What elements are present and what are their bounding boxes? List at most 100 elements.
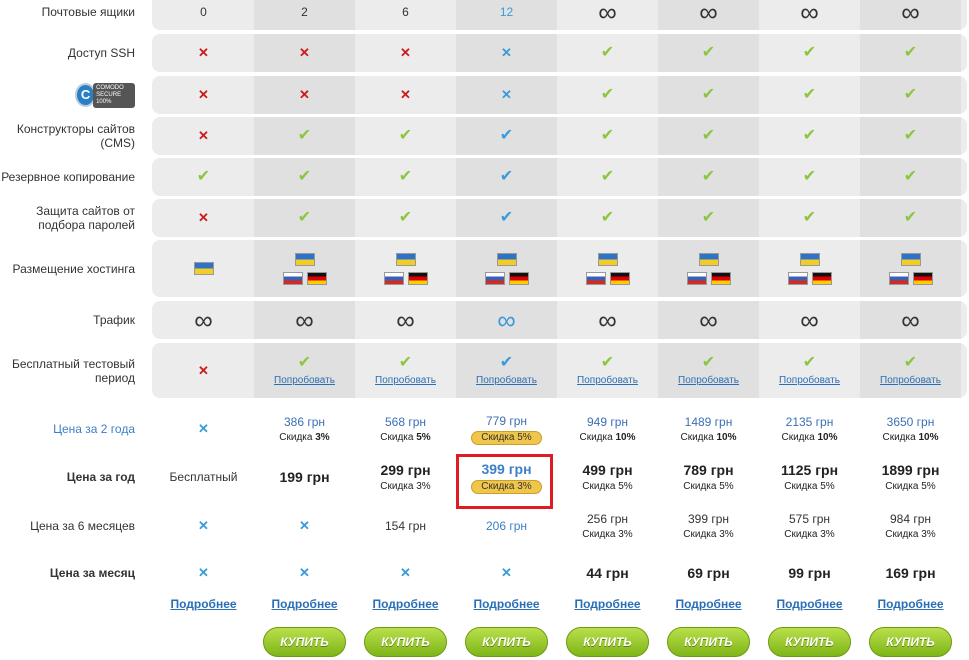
russia-flag-icon xyxy=(383,272,404,286)
mailbox-count: 12 xyxy=(499,5,514,19)
ukraine-flag-icon xyxy=(597,253,618,266)
cross-icon: ✕ xyxy=(501,565,512,580)
try-link[interactable]: Попробовать xyxy=(779,375,840,386)
check-icon: ✔ xyxy=(297,127,312,144)
check-icon: ✔ xyxy=(499,209,514,226)
cross-icon: ✕ xyxy=(198,362,209,378)
russia-flag-icon xyxy=(888,272,909,286)
row-price-month: Цена за месяц ✕ ✕ ✕ ✕ 44 грн 69 грн 99 г… xyxy=(0,560,969,586)
price-value: 386 грн xyxy=(283,415,326,429)
cross-icon: ✕ xyxy=(198,87,209,102)
row-label: Трафик xyxy=(93,313,135,327)
germany-flag-icon xyxy=(306,272,327,286)
check-icon: ✔ xyxy=(600,44,615,61)
check-icon: ✔ xyxy=(903,209,918,226)
row-label: Цена за месяц xyxy=(49,566,135,580)
price-value: 154 грн xyxy=(384,519,427,533)
price-value: 789 грн xyxy=(683,462,734,478)
price-value: 69 грн xyxy=(687,565,730,581)
more-link[interactable]: Подробнее xyxy=(170,597,236,611)
check-icon: ✔ xyxy=(701,168,716,185)
cross-icon: ✕ xyxy=(198,518,209,533)
cross-icon: ✕ xyxy=(198,210,209,225)
try-link[interactable]: Попробовать xyxy=(476,375,537,386)
ukraine-flag-icon xyxy=(395,253,416,266)
discount-text: Скидка 3% xyxy=(380,481,431,492)
try-link[interactable]: Попробовать xyxy=(375,375,436,386)
row-label: Защита сайтов от подбора паролей xyxy=(36,204,135,232)
check-icon: ✔ xyxy=(701,209,716,226)
infinity-icon: ∞ xyxy=(800,0,819,27)
cross-icon: ✕ xyxy=(299,87,310,102)
mailbox-count: 0 xyxy=(200,5,207,19)
mailbox-count: 2 xyxy=(301,5,308,19)
check-icon: ✔ xyxy=(903,168,918,185)
try-link[interactable]: Попробовать xyxy=(678,375,739,386)
buy-button[interactable]: КУПИТЬ xyxy=(566,627,649,657)
buy-button[interactable]: КУПИТЬ xyxy=(465,627,548,657)
row-label: Цена за год xyxy=(66,470,135,484)
infinity-icon: ∞ xyxy=(396,305,415,335)
buy-button[interactable]: КУПИТЬ xyxy=(768,627,851,657)
price-value: 44 грн xyxy=(586,565,629,581)
germany-flag-icon xyxy=(609,272,630,286)
try-link[interactable]: Попробовать xyxy=(274,375,335,386)
discount-text: Скидка 3% xyxy=(582,529,633,540)
cross-icon: ✕ xyxy=(198,45,209,60)
check-icon: ✔ xyxy=(903,127,918,144)
check-icon: ✔ xyxy=(297,168,312,185)
hosting-comparison-table: Почтовые ящики 0 2 6 12 ∞ ∞ ∞ ∞ Доступ S… xyxy=(0,0,969,660)
cross-icon: ✕ xyxy=(400,565,411,580)
discount-text: Скидка 3% xyxy=(683,529,734,540)
more-link[interactable]: Подробнее xyxy=(574,597,640,611)
check-icon: ✔ xyxy=(297,354,312,371)
price-value: 199 грн xyxy=(279,469,330,485)
check-icon: ✔ xyxy=(903,354,918,371)
price-value: 568 грн xyxy=(384,415,427,429)
try-link[interactable]: Попробовать xyxy=(577,375,638,386)
row-hosting-location: Размещение хостинга xyxy=(0,240,969,297)
row-label: Бесплатный тестовый период xyxy=(11,356,135,385)
cross-icon: ✕ xyxy=(198,421,209,436)
check-icon: ✔ xyxy=(398,127,413,144)
russia-flag-icon xyxy=(686,272,707,286)
germany-flag-icon xyxy=(912,272,933,286)
more-link[interactable]: Подробнее xyxy=(776,597,842,611)
buy-button[interactable]: КУПИТЬ xyxy=(667,627,750,657)
infinity-icon: ∞ xyxy=(901,305,920,335)
price-value: 399 грн xyxy=(687,512,730,526)
mailbox-count: 6 xyxy=(402,5,409,19)
discount-badge: Скидка 5% xyxy=(471,430,542,445)
row-label: Резервное копирование xyxy=(1,170,135,184)
more-link[interactable]: Подробнее xyxy=(271,597,337,611)
cross-icon: ✕ xyxy=(299,518,310,533)
row-price-6-months: Цена за 6 месяцев ✕ ✕ 154 грн 206 грн 25… xyxy=(0,506,969,546)
check-icon: ✔ xyxy=(600,209,615,226)
row-backup: Резервное копирование ✔ ✔ ✔ ✔ ✔ ✔ ✔ ✔ xyxy=(0,158,969,196)
more-link[interactable]: Подробнее xyxy=(675,597,741,611)
row-ssh: Доступ SSH ✕ ✕ ✕ ✕ ✔ ✔ ✔ ✔ xyxy=(0,34,969,72)
row-label: Цена за 6 месяцев xyxy=(30,519,135,533)
cross-icon: ✕ xyxy=(400,45,411,60)
germany-flag-icon xyxy=(811,272,832,286)
check-icon: ✔ xyxy=(802,44,817,61)
buy-button[interactable]: КУПИТЬ xyxy=(364,627,447,657)
more-link[interactable]: Подробнее xyxy=(473,597,539,611)
check-icon: ✔ xyxy=(903,44,918,61)
more-link[interactable]: Подробнее xyxy=(372,597,438,611)
buy-button[interactable]: КУПИТЬ xyxy=(263,627,346,657)
buy-button[interactable]: КУПИТЬ xyxy=(869,627,952,657)
try-link[interactable]: Попробовать xyxy=(880,375,941,386)
germany-flag-icon xyxy=(508,272,529,286)
price-value: 1489 грн xyxy=(684,415,733,429)
check-icon: ✔ xyxy=(600,354,615,371)
more-link[interactable]: Подробнее xyxy=(877,597,943,611)
germany-flag-icon xyxy=(407,272,428,286)
check-icon: ✔ xyxy=(600,86,615,103)
row-label: Конструкторы сайтов (CMS) xyxy=(16,122,135,150)
price-value: 499 грн xyxy=(582,462,633,478)
selected-plan-highlight xyxy=(456,454,553,509)
russia-flag-icon xyxy=(585,272,606,286)
row-more-links: Подробнее Подробнее Подробнее Подробнее … xyxy=(0,594,969,614)
discount-text: Скидка 3% xyxy=(279,432,330,443)
